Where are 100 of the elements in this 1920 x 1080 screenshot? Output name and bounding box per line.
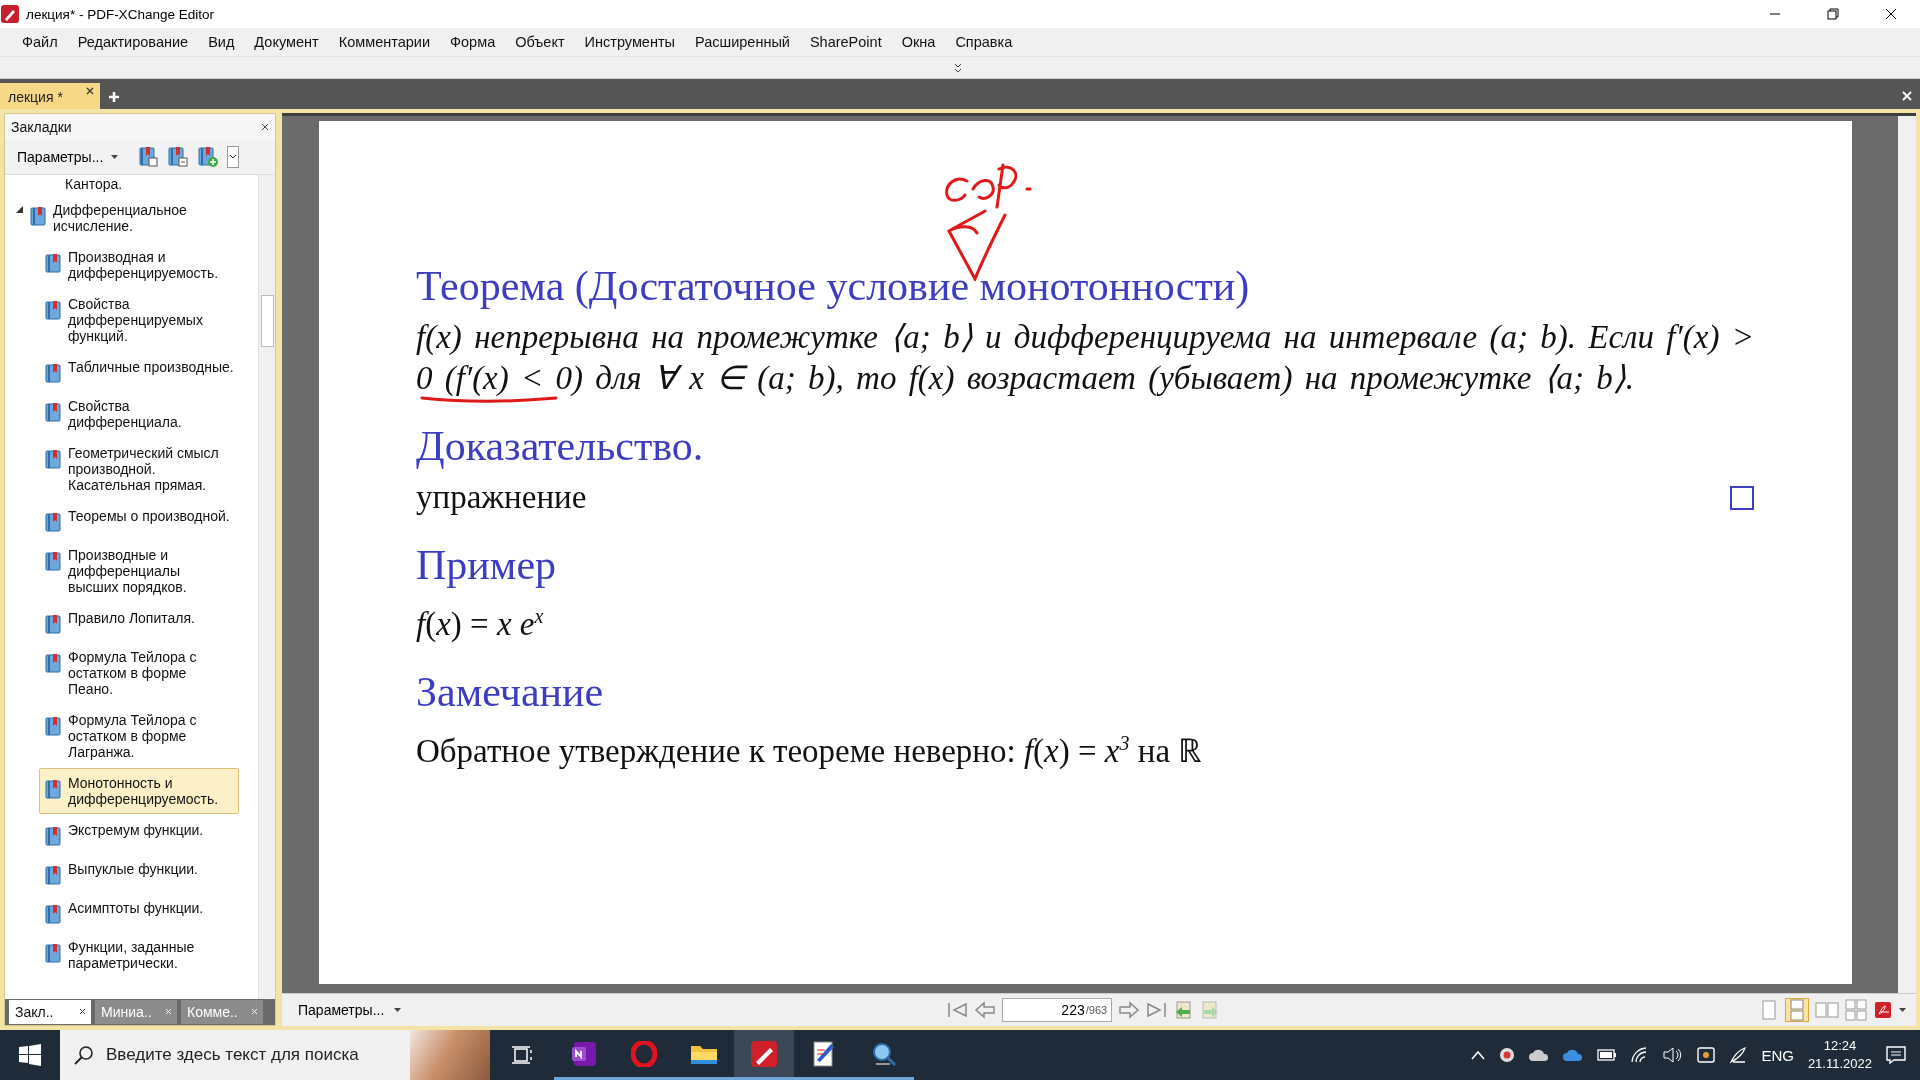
- language-indicator[interactable]: ENG: [1761, 1046, 1794, 1064]
- drawing-tool-app-icon[interactable]: [811, 1039, 837, 1068]
- bookmark-icon: [44, 363, 62, 383]
- caret-icon[interactable]: [1899, 1008, 1906, 1012]
- formula-text: f(x) = x e$^{x}$: [416, 604, 545, 644]
- bookmark-item[interactable]: Функции, заданные параметрически.: [39, 932, 239, 978]
- bookmark-icon: [44, 826, 62, 846]
- bookmark-item[interactable]: Выпуклые функции.: [39, 854, 239, 892]
- menu-item[interactable]: Объект: [505, 30, 575, 54]
- bookmark-icon: [44, 512, 62, 532]
- window-title: лекция* - PDF-XChange Editor: [26, 6, 215, 22]
- remove-bookmark-icon[interactable]: [167, 146, 189, 168]
- bookmark-icon: [44, 904, 62, 924]
- menu-item[interactable]: Форма: [440, 30, 506, 54]
- bookmark-item[interactable]: Табличные производные.: [39, 352, 239, 390]
- bookmark-item[interactable]: Формула Тейлора с остатком в форме Лагранжа.: [39, 705, 239, 767]
- bookmark-item[interactable]: Экстремум функции.: [39, 815, 239, 853]
- last-page-icon[interactable]: [1146, 1001, 1169, 1019]
- document-tab[interactable]: лекция *: [0, 83, 100, 109]
- battery-icon[interactable]: [1597, 1049, 1618, 1061]
- menu-item[interactable]: Редактирование: [67, 30, 199, 54]
- first-page-icon[interactable]: [946, 1001, 969, 1019]
- bookmark-icon: [44, 402, 62, 422]
- bookmark-icon: [44, 865, 62, 885]
- menu-item[interactable]: Справка: [945, 30, 1023, 54]
- bookmark-item[interactable]: Дифференциальное исчисление.: [11, 195, 225, 241]
- panel-close-icon[interactable]: [261, 123, 269, 131]
- toolbar-expand-icon[interactable]: [954, 61, 962, 74]
- bookmark-item[interactable]: Формула Тейлора с остатком в форме Пеано.: [39, 642, 239, 704]
- add-bookmark-icon[interactable]: [137, 146, 159, 168]
- tray-app-icon[interactable]: [1697, 1046, 1716, 1064]
- taskbar-app-button[interactable]: [734, 1030, 794, 1080]
- qed-square-icon: [1730, 485, 1754, 510]
- pen-icon[interactable]: [1729, 1046, 1748, 1064]
- cloud-icon[interactable]: [1529, 1047, 1550, 1063]
- search-field[interactable]: Введите здесь текст для поиска: [60, 1030, 410, 1080]
- menu-item[interactable]: Вид: [198, 30, 245, 54]
- search-icon: [74, 1045, 94, 1065]
- menu-item[interactable]: Файл: [12, 30, 68, 54]
- theorem-text: f(x) непрерывна на промежутке ⟨a; b⟩ и дифференцируема на интервале (a; b). Если f′(x) > 0 (f′(x) < 0) для ∀ x ∈ (a; b), то f(x) возрастает (убывает) на промежутке ⟨a; b⟩.: [416, 318, 1754, 398]
- bookmark-item[interactable]: Теоремы о производной.: [39, 501, 239, 539]
- remark-text: Обратное утверждение к теореме неверно: f(x) = x$^{3}$ на ℝ: [416, 731, 1204, 771]
- section-heading: Доказательство.: [416, 423, 705, 469]
- cloud-icon[interactable]: [1563, 1047, 1584, 1063]
- tab-close-icon[interactable]: [86, 87, 94, 95]
- task-view-icon[interactable]: [511, 1045, 533, 1065]
- page-number-field[interactable]: 223/963: [1002, 998, 1113, 1022]
- pdf-editor-app-icon[interactable]: [750, 1039, 778, 1068]
- close-all-icon[interactable]: [1902, 91, 1912, 101]
- bookmark-item[interactable]: Асимптоты функции.: [39, 893, 239, 931]
- bookmark-item[interactable]: Правило Лопиталя.: [39, 603, 239, 641]
- proof-text: упражнение: [416, 478, 587, 517]
- next-page-icon[interactable]: [1118, 1001, 1141, 1019]
- menu-item[interactable]: Инструменты: [574, 30, 685, 54]
- bookmark-icon: [44, 449, 62, 469]
- menu-item[interactable]: Комментарии: [328, 30, 440, 54]
- browser-app-icon[interactable]: [631, 1040, 657, 1067]
- dropdown-icon[interactable]: [227, 146, 239, 168]
- windows-start-icon[interactable]: [19, 1044, 41, 1066]
- section-heading: Пример: [416, 542, 558, 588]
- new-tab-icon[interactable]: [108, 91, 120, 103]
- previous-page-icon[interactable]: [974, 1001, 997, 1019]
- bookmark-icon: [44, 716, 62, 736]
- bookmark-icon: [44, 614, 62, 634]
- record-icon[interactable]: [1499, 1047, 1516, 1063]
- bookmark-item[interactable]: Свойства дифференцируемых функций.: [39, 289, 239, 351]
- menu-item[interactable]: Окна: [891, 30, 946, 54]
- bookmark-icon: [44, 779, 62, 799]
- section-heading: Теорема (Достаточное условие монотонности): [416, 263, 1251, 309]
- panel-tab[interactable]: Закл..: [9, 1000, 91, 1024]
- chevron-up-icon[interactable]: [1471, 1050, 1486, 1060]
- panel-title: Закладки: [11, 119, 72, 135]
- menu-item[interactable]: Расширенный: [685, 30, 800, 54]
- bookmark-item[interactable]: Производная и дифференцируемость.: [39, 242, 239, 288]
- section-heading: Замечание: [416, 669, 605, 715]
- bookmark-item[interactable]: Свойства дифференциала.: [39, 391, 239, 437]
- bookmark-item[interactable]: Производные и дифференциалы высших порядков.: [39, 540, 239, 602]
- clock[interactable]: 12:24 21.11.2022: [1807, 1037, 1872, 1073]
- bookmark-icon: [29, 206, 47, 226]
- bookmark-item[interactable]: Геометрический смысл производной. Касательная прямая.: [39, 438, 239, 500]
- notes-app-icon[interactable]: [571, 1040, 597, 1067]
- scrollbar[interactable]: [1898, 116, 1916, 993]
- new-bookmark-icon[interactable]: [197, 146, 219, 168]
- bookmark-icon: [44, 653, 62, 673]
- tab-close-icon[interactable]: [79, 1008, 86, 1015]
- pdf-export-icon[interactable]: [1873, 1000, 1893, 1020]
- restore-icon[interactable]: [1827, 8, 1839, 20]
- menu-item[interactable]: Документ: [244, 30, 329, 54]
- scrollbar[interactable]: [258, 175, 275, 999]
- bookmark-item[interactable]: Кантора.: [65, 175, 258, 193]
- bookmark-icon: [44, 300, 62, 320]
- bookmark-item[interactable]: Монотонность и дифференцируемость.: [39, 768, 239, 814]
- speaker-icon[interactable]: [1663, 1047, 1684, 1063]
- bookmark-icon: [44, 943, 62, 963]
- options-dropdown[interactable]: Параметры...: [292, 998, 408, 1022]
- close-icon[interactable]: [1885, 8, 1897, 20]
- caret-icon: [111, 155, 119, 159]
- expanded-triangle-icon[interactable]: [16, 206, 23, 213]
- notifications-icon[interactable]: [1886, 1046, 1906, 1064]
- menu-item[interactable]: SharePoint: [799, 30, 892, 54]
